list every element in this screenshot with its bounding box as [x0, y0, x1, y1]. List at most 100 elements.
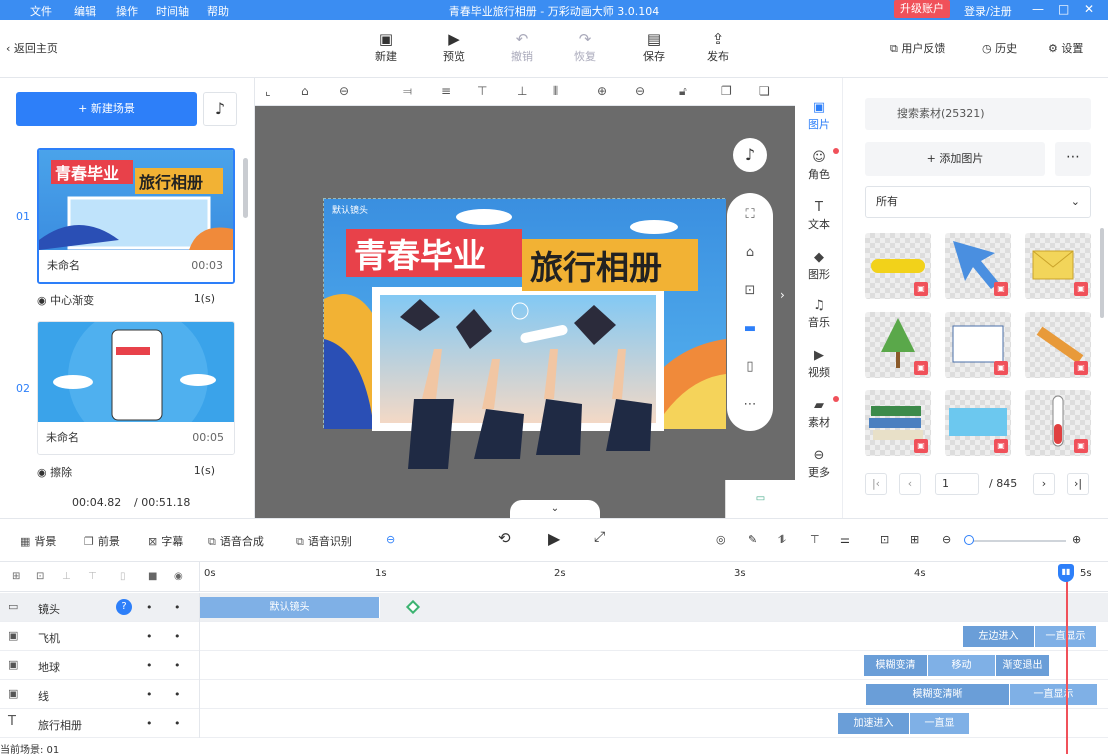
- prev-page-icon[interactable]: ‹: [899, 473, 921, 495]
- first-page-icon[interactable]: |‹: [865, 473, 887, 495]
- tab-material[interactable]: ▰ 素材: [795, 396, 843, 430]
- asset-item[interactable]: ▣: [945, 390, 1011, 456]
- add-layer-icon[interactable]: ⊞: [12, 571, 20, 582]
- search-input[interactable]: 搜索素材(25321): [865, 98, 1091, 130]
- paste-icon[interactable]: ❏: [759, 84, 770, 98]
- more-icon[interactable]: ⋯: [1055, 142, 1091, 176]
- chevron-down-icon[interactable]: ⌄: [510, 500, 600, 518]
- adjust-icon[interactable]: ⚌: [840, 533, 850, 546]
- asset-scrollbar[interactable]: [1100, 228, 1104, 318]
- minimize-icon[interactable]: —: [1032, 2, 1044, 16]
- stage-canvas[interactable]: 青春毕业 旅行相册 默认镜头: [323, 198, 726, 469]
- background-button[interactable]: ▦ 背景: [20, 533, 56, 549]
- move-down-icon[interactable]: ⊥: [62, 571, 71, 582]
- asset-item[interactable]: ▣: [1025, 312, 1091, 378]
- animation-clip[interactable]: 左边进入: [963, 626, 1035, 647]
- help-icon[interactable]: ?: [116, 599, 132, 615]
- frame-icon[interactable]: ⊡: [880, 533, 889, 546]
- new-scene-button[interactable]: + 新建场景: [16, 92, 197, 126]
- unlock-icon[interactable]: ⌂: [727, 245, 773, 260]
- camera-icon[interactable]: ◎: [716, 533, 726, 546]
- tab-shape[interactable]: ◆ 图形: [795, 250, 843, 282]
- tab-music[interactable]: ♫ 音乐: [795, 298, 843, 330]
- tts-button[interactable]: ⧉ 语音合成: [208, 533, 264, 549]
- transition-row[interactable]: ◉ 中心渐变 1(s): [37, 292, 235, 308]
- fullscreen-icon[interactable]: ⤢: [594, 529, 605, 545]
- collapse-circle-icon[interactable]: ⊖: [386, 533, 395, 546]
- tab-video[interactable]: ▶ 视频: [795, 348, 843, 380]
- last-page-icon[interactable]: ›|: [1067, 473, 1089, 495]
- track-row-title[interactable]: T 旅行相册 • • 加速进入 一直显: [0, 709, 1108, 738]
- mobile-icon[interactable]: ▯: [727, 359, 773, 374]
- more-icon[interactable]: ⋯: [727, 397, 773, 412]
- visibility-dot[interactable]: •: [174, 601, 181, 614]
- login-link[interactable]: 登录/注册: [964, 3, 1012, 19]
- page-input[interactable]: 1: [935, 473, 979, 495]
- scene-scrollbar[interactable]: [243, 158, 248, 218]
- track-row-earth[interactable]: ▣ 地球 • • 模糊变清 移动 渐变退出: [0, 651, 1108, 680]
- copy-icon[interactable]: ❐: [721, 84, 732, 98]
- animation-clip[interactable]: 一直显: [910, 713, 970, 734]
- lock-icon[interactable]: ■: [148, 571, 157, 582]
- home-icon[interactable]: ⌂: [301, 84, 309, 98]
- visibility-dot[interactable]: •: [174, 717, 181, 730]
- filter-icon[interactable]: ⊤: [810, 533, 820, 546]
- publish-button[interactable]: ⇪ 发布: [698, 30, 738, 64]
- track-row-line[interactable]: ▣ 线 • • 模糊变清晰 一直显示: [0, 680, 1108, 709]
- back-home-button[interactable]: ‹ 返回主页: [6, 40, 58, 56]
- lock-dot[interactable]: •: [146, 630, 153, 643]
- visibility-dot[interactable]: •: [174, 630, 181, 643]
- redo-button[interactable]: ↷ 恢复: [565, 30, 605, 64]
- tab-text[interactable]: T 文本: [795, 200, 843, 232]
- align-left-icon[interactable]: ⫤: [403, 84, 412, 99]
- asset-item[interactable]: ▣: [1025, 390, 1091, 456]
- add-image-button[interactable]: + 添加图片: [865, 142, 1045, 176]
- music-note-icon[interactable]: ♪: [203, 92, 237, 126]
- lock-dot[interactable]: •: [146, 601, 153, 614]
- asset-item[interactable]: ▣: [1025, 233, 1091, 299]
- animation-clip[interactable]: 一直显示: [1010, 684, 1098, 705]
- undo-button[interactable]: ↶ 撤销: [502, 30, 542, 64]
- desktop-icon[interactable]: ▬: [727, 321, 773, 336]
- fit-screen-icon[interactable]: ⛶: [727, 207, 773, 222]
- align-top-icon[interactable]: ⊤: [477, 84, 487, 98]
- align-bottom-icon[interactable]: ⊥: [517, 84, 527, 98]
- zoom-out-icon[interactable]: ⊖: [942, 533, 951, 546]
- next-page-icon[interactable]: ›: [1033, 473, 1055, 495]
- eye-icon[interactable]: ◉: [174, 571, 183, 582]
- delete-icon[interactable]: ▯: [120, 571, 126, 582]
- zoom-in-icon[interactable]: ⊕: [597, 84, 607, 98]
- playhead-line[interactable]: [1066, 570, 1068, 754]
- distribute-icon[interactable]: ⫴: [553, 84, 558, 99]
- asset-item[interactable]: ▣: [865, 390, 931, 456]
- animation-clip[interactable]: 渐变退出: [996, 655, 1050, 676]
- lock-icon[interactable]: ⊡: [727, 283, 773, 298]
- new-button[interactable]: ▣ 新建: [366, 30, 406, 64]
- close-icon[interactable]: ✕: [1084, 2, 1094, 16]
- animation-clip[interactable]: 模糊变清: [864, 655, 928, 676]
- transform-icon[interactable]: ⥮: [778, 533, 786, 547]
- tab-image[interactable]: ▣ 图片: [795, 100, 843, 132]
- asset-item[interactable]: ▣: [865, 233, 931, 299]
- zoom-in-icon[interactable]: ⊕: [1072, 533, 1081, 546]
- align-corner-icon[interactable]: ⌞: [265, 84, 271, 98]
- tab-character[interactable]: ☺ 角色: [795, 148, 843, 182]
- lock-icon[interactable]: 🔓︎: [679, 84, 687, 99]
- move-up-icon[interactable]: ⊤: [88, 571, 97, 582]
- preview-button[interactable]: ▶ 预览: [434, 30, 474, 64]
- transition-row[interactable]: ◉ 擦除 1(s): [37, 464, 235, 480]
- animation-clip[interactable]: 默认镜头: [200, 597, 380, 618]
- asset-item[interactable]: ▣: [945, 233, 1011, 299]
- feedback-button[interactable]: ⧉ 用户反馈: [890, 40, 945, 56]
- history-button[interactable]: ◷ 历史: [982, 40, 1017, 56]
- time-ruler[interactable]: 0s 1s 2s 3s 4s 5s: [200, 562, 1108, 592]
- subtitle-button[interactable]: ⊠ 字幕: [148, 533, 183, 549]
- asset-item[interactable]: ▣: [865, 312, 931, 378]
- playhead-handle[interactable]: ▮▮: [1058, 564, 1074, 582]
- save-button[interactable]: ▤ 保存: [634, 30, 674, 64]
- lock-dot[interactable]: •: [146, 688, 153, 701]
- music-note-icon[interactable]: ♪: [733, 138, 767, 172]
- scene-card-02[interactable]: 未命名 00:05: [37, 321, 235, 455]
- track-row-camera[interactable]: ▭ 镜头 ? • • 默认镜头: [0, 593, 1108, 622]
- settings-button[interactable]: ⚙ 设置: [1048, 40, 1083, 56]
